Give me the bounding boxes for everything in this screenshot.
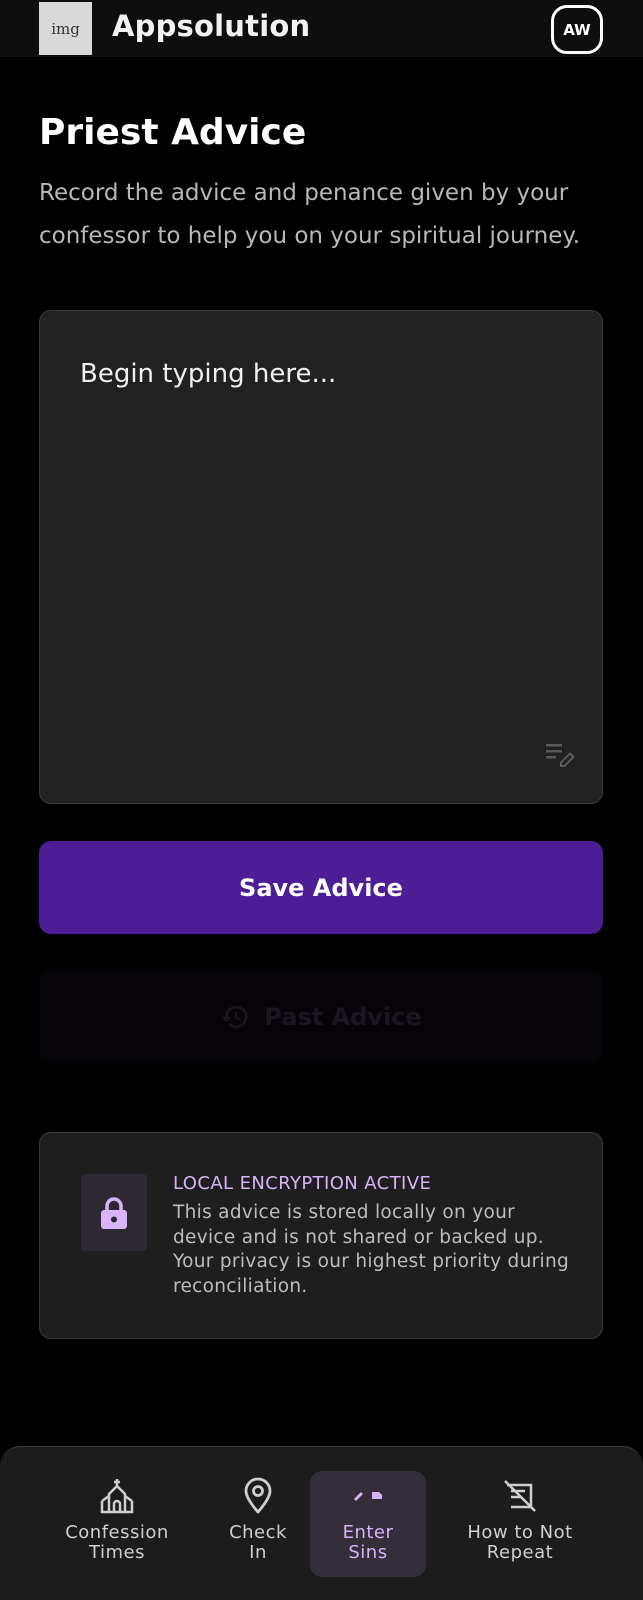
app-logo-image: img bbox=[39, 2, 92, 55]
pencil-tag-icon bbox=[354, 1492, 382, 1501]
save-advice-button[interactable]: Save Advice bbox=[39, 841, 603, 934]
nav-item-check-in[interactable]: Check In bbox=[220, 1471, 296, 1577]
church-icon bbox=[100, 1479, 134, 1514]
nav-label: How to Not Repeat bbox=[467, 1522, 573, 1563]
nav-item-enter-sins[interactable]: Enter Sins bbox=[310, 1471, 426, 1577]
nav-label: Confession Times bbox=[65, 1522, 169, 1563]
page-title: Priest Advice bbox=[39, 112, 307, 153]
encryption-heading: LOCAL ENCRYPTION ACTIVE bbox=[173, 1173, 432, 1194]
user-avatar-button[interactable]: AW bbox=[551, 5, 603, 54]
page-subtitle: Record the advice and penance given by y… bbox=[39, 180, 581, 249]
lock-icon bbox=[101, 1196, 127, 1229]
past-advice-button[interactable]: Past Advice bbox=[39, 970, 603, 1063]
top-app-bar: img Appsolution AW bbox=[0, 0, 643, 57]
advice-textarea[interactable] bbox=[40, 311, 602, 803]
edit-note-icon bbox=[546, 744, 575, 767]
advice-editor bbox=[39, 310, 603, 804]
nav-item-how-to-not-repeat[interactable]: How to Not Repeat bbox=[452, 1471, 588, 1577]
nav-label: Enter Sins bbox=[342, 1522, 394, 1563]
no-repeat-icon bbox=[504, 1480, 536, 1512]
encryption-description: This advice is stored locally on your de… bbox=[173, 1202, 570, 1297]
lock-icon-container bbox=[81, 1174, 147, 1251]
past-advice-label: Past Advice bbox=[264, 1002, 422, 1031]
bottom-navigation: Confession Times Check In Enter Sins How… bbox=[0, 1446, 643, 1600]
history-icon bbox=[221, 1005, 248, 1028]
location-pin-icon bbox=[244, 1477, 272, 1514]
nav-label: Check In bbox=[229, 1522, 287, 1563]
nav-item-confession-times[interactable]: Confession Times bbox=[50, 1471, 184, 1577]
app-title: Appsolution bbox=[112, 9, 311, 43]
encryption-info-card: LOCAL ENCRYPTION ACTIVE This advice is s… bbox=[39, 1132, 603, 1339]
